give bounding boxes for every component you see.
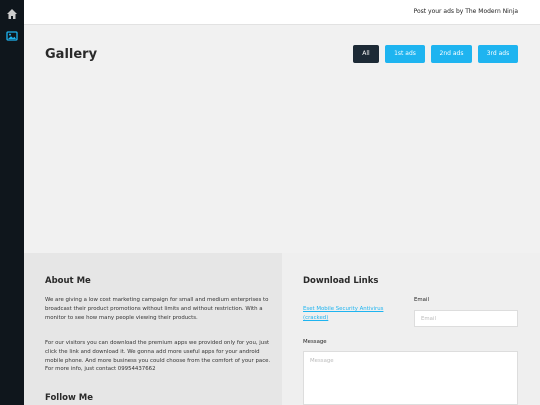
about-paragraph-1: We are giving a low cost marketing campa…: [45, 297, 269, 321]
sidebar: [0, 0, 24, 405]
filter-all-button[interactable]: All: [353, 45, 379, 63]
message-field[interactable]: [303, 351, 518, 405]
about-paragraph-2: For our visitors you can download the pr…: [45, 340, 271, 373]
follow-title: Follow Me: [45, 393, 94, 403]
message-label: Message: [303, 339, 327, 345]
top-bar: Post your ads by The Modern Ninja: [24, 0, 540, 25]
filter-1st-ads-button[interactable]: 1st ads: [385, 45, 425, 63]
filter-3rd-ads-button[interactable]: 3rd ads: [478, 45, 518, 63]
download-title: Download Links: [303, 276, 379, 286]
filter-2nd-ads-button[interactable]: 2nd ads: [431, 45, 472, 63]
photo-icon[interactable]: [6, 30, 18, 42]
home-icon[interactable]: [6, 8, 18, 20]
download-link-eset[interactable]: Eset Mobile Security Antivirus (cracked): [303, 305, 395, 323]
footer: About Me We are giving a low cost market…: [24, 253, 540, 405]
about-section: About Me We are giving a low cost market…: [24, 253, 282, 405]
gallery-section: Gallery All 1st ads 2nd ads 3rd ads: [24, 25, 540, 253]
download-section: Download Links Eset Mobile Security Anti…: [282, 253, 540, 405]
page-title: Gallery: [45, 47, 98, 62]
about-title: About Me: [45, 276, 91, 286]
site-tagline: Post your ads by The Modern Ninja: [413, 8, 518, 15]
email-label: Email: [414, 297, 429, 303]
email-field[interactable]: [414, 310, 518, 327]
gallery-filters: All 1st ads 2nd ads 3rd ads: [353, 45, 518, 63]
